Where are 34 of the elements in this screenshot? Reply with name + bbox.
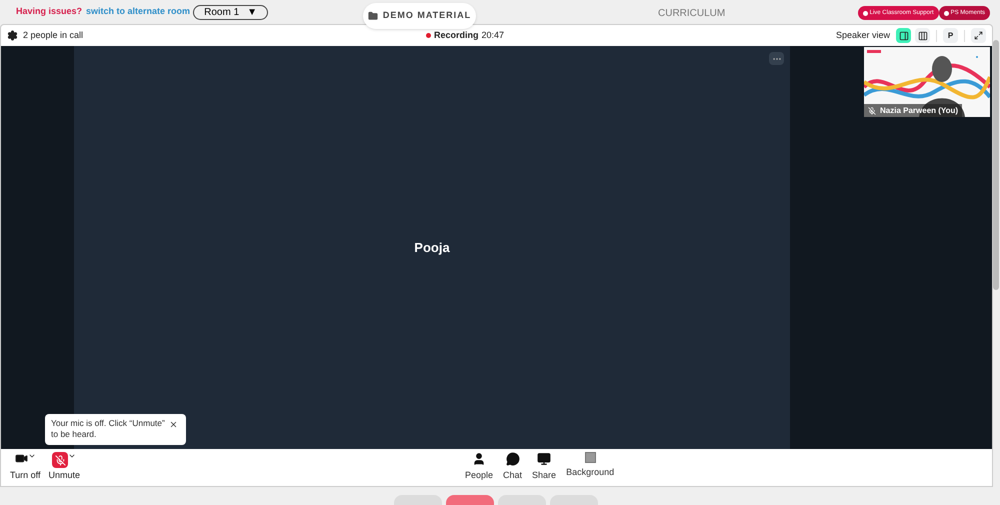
grid-view-button[interactable] [915,28,930,43]
screen-share-icon [537,452,552,466]
more-options-button[interactable] [769,52,784,65]
toast-message: Your mic is off. Click “Unmute” to be heard. [51,418,166,441]
expand-icon [974,31,983,40]
speaker-layout-icon [898,30,908,40]
chat-button[interactable]: Chat [503,452,522,483]
close-icon[interactable] [169,420,178,429]
bottom-tab[interactable] [446,495,494,505]
fullscreen-button[interactable] [971,28,986,43]
person-icon [472,452,486,466]
background-icon [584,452,596,464]
speaker-name: Pooja [414,238,450,257]
share-button[interactable]: Share [532,452,556,483]
people-count: 2 people in call [23,28,84,42]
demo-material-button[interactable]: DEMO MATERIAL [363,3,476,29]
folder-icon [368,11,378,21]
mic-button[interactable]: Unmute [48,452,80,483]
chat-bubble-icon [506,452,520,466]
background-button[interactable]: Background [566,452,614,483]
camera-button[interactable]: Turn off [10,452,41,483]
grid-layout-icon [918,30,928,40]
self-name: Nazia Parween (You) [880,104,958,116]
curriculum-link[interactable]: CURRICULUM [658,6,726,21]
scrollbar[interactable] [993,40,999,290]
people-button[interactable]: People [465,452,494,483]
recording-label: Recording [434,28,479,42]
participant-button[interactable]: P [943,28,958,43]
speaker-view-button[interactable] [896,28,911,43]
recording-time: 20:47 [482,28,504,42]
room-select[interactable]: Room 1 ▼ [193,4,268,20]
settings-icon[interactable] [7,30,18,41]
view-label: Speaker view [836,28,890,42]
issue-text: Having issues? [16,5,82,18]
